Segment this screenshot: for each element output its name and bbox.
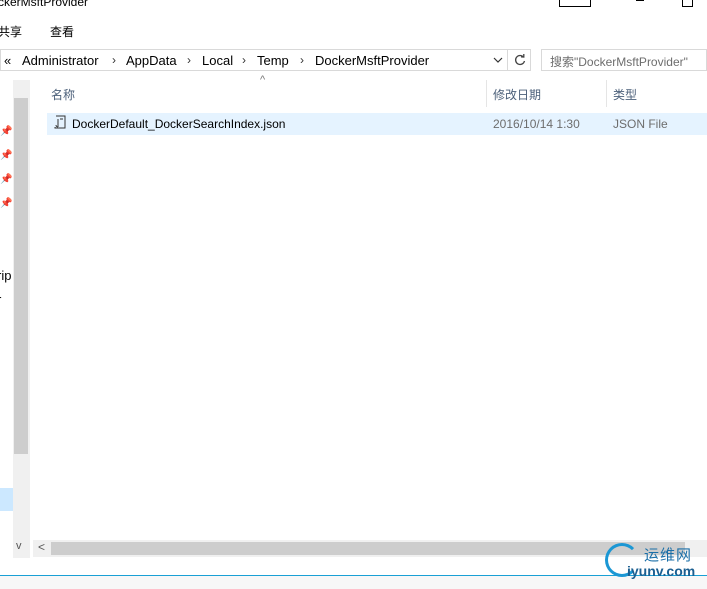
json-file-icon bbox=[54, 115, 66, 129]
pin-icon: 📌 bbox=[0, 126, 13, 137]
file-type: JSON File bbox=[613, 117, 668, 131]
column-header-name[interactable]: 名称 bbox=[51, 86, 75, 103]
maximize-button[interactable] bbox=[682, 0, 693, 7]
chevron-down-icon[interactable] bbox=[493, 56, 503, 64]
breadcrumb-separator[interactable]: › bbox=[187, 53, 191, 67]
breadcrumb-temp[interactable]: Temp bbox=[257, 53, 289, 68]
refresh-button[interactable] bbox=[507, 49, 531, 71]
nav-scroll-down-arrow[interactable]: v bbox=[16, 540, 22, 552]
nav-item-label[interactable]: r bbox=[0, 292, 1, 307]
scroll-left-arrow[interactable]: < bbox=[38, 540, 45, 554]
breadcrumb-overflow[interactable]: « bbox=[4, 53, 11, 68]
restore-icon[interactable] bbox=[636, 0, 644, 1]
breadcrumb-local[interactable]: Local bbox=[202, 53, 233, 68]
pin-icon: 📌 bbox=[0, 150, 13, 161]
refresh-icon bbox=[515, 54, 526, 66]
window-title: ckerMsftProvider bbox=[0, 0, 89, 9]
column-header-type[interactable]: 类型 bbox=[613, 86, 637, 103]
status-bar bbox=[0, 575, 707, 589]
ribbon-tab-view[interactable]: 查看 bbox=[50, 23, 74, 40]
breadcrumb-separator[interactable]: › bbox=[242, 53, 246, 67]
breadcrumb-separator[interactable]: › bbox=[300, 53, 304, 67]
pin-icon: 📌 bbox=[0, 198, 13, 209]
watermark-text: 运维网 bbox=[644, 547, 693, 564]
column-divider[interactable] bbox=[486, 80, 487, 107]
nav-item-label[interactable]: rip bbox=[0, 268, 11, 283]
file-name[interactable]: DockerDefault_DockerSearchIndex.json bbox=[72, 117, 285, 131]
ribbon-tab-share[interactable]: 共享 bbox=[0, 23, 22, 40]
nav-scroll-thumb[interactable] bbox=[14, 98, 28, 454]
sort-indicator-icon: ^ bbox=[260, 74, 266, 86]
horizontal-scroll-thumb[interactable] bbox=[51, 542, 685, 555]
file-modified: 2016/10/14 1:30 bbox=[493, 117, 580, 131]
breadcrumb-separator[interactable]: › bbox=[112, 53, 116, 67]
breadcrumb-administrator[interactable]: Administrator bbox=[22, 53, 99, 68]
column-header-date[interactable]: 修改日期 bbox=[493, 86, 541, 103]
minimize-button[interactable] bbox=[559, 0, 591, 7]
nav-selected-item[interactable] bbox=[0, 488, 13, 511]
search-placeholder: 搜索"DockerMsftProvider" bbox=[550, 55, 688, 69]
breadcrumb-dockermsftprovider[interactable]: DockerMsftProvider bbox=[315, 53, 429, 68]
column-divider[interactable] bbox=[606, 80, 607, 107]
watermark-domain: iyunv.com bbox=[627, 563, 696, 579]
breadcrumb-appdata[interactable]: AppData bbox=[126, 53, 177, 68]
pin-icon: 📌 bbox=[0, 174, 13, 185]
